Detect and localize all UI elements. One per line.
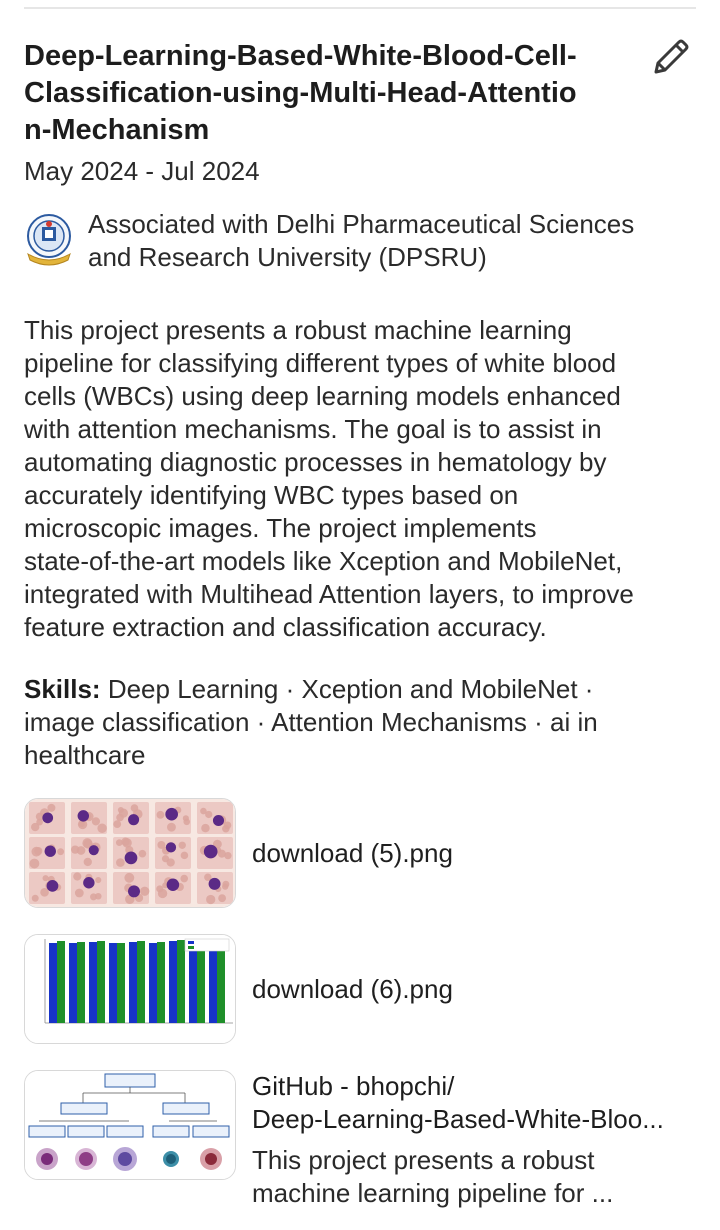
project-title: Deep-Learning-Based-White-Blood-Cell- Cl…: [24, 40, 577, 146]
accuracy-bar-chart-image: [25, 935, 235, 1043]
project-dates: May 2024 - Jul 2024: [24, 156, 260, 186]
media-label: download (5).png: [252, 838, 453, 868]
media-item-download-5[interactable]: download (5).png: [24, 798, 704, 910]
link-title: GitHub - bhopchi/ Deep-Learning-Based-Wh…: [252, 1071, 664, 1134]
link-description: This project presents a robust machine l…: [252, 1145, 614, 1208]
media-item-github[interactable]: GitHub - bhopchi/ Deep-Learning-Based-Wh…: [24, 1070, 704, 1210]
skills-section: Skills: Deep Learning · Xception and Mob…: [24, 674, 598, 770]
edit-button[interactable]: [648, 34, 694, 80]
media-thumbnail: [24, 1070, 236, 1180]
skills-list: Deep Learning · Xception and MobileNet ·: [100, 674, 594, 704]
media-thumbnail: [24, 934, 236, 1044]
pencil-icon: [654, 39, 689, 74]
top-divider: [24, 7, 696, 9]
association-text: Associated with Delhi Pharmaceutical Sci…: [88, 209, 635, 272]
media-thumbnail: [24, 798, 236, 908]
project-description: This project presents a robust machine l…: [24, 315, 634, 642]
wbc-classification-diagram-image: [25, 1071, 235, 1179]
university-logo: [27, 214, 71, 266]
media-label: download (6).png: [252, 974, 453, 1004]
media-item-download-6[interactable]: download (6).png: [24, 934, 704, 1046]
wbc-microscopy-image: [25, 799, 235, 907]
skills-label: Skills:: [24, 674, 101, 704]
